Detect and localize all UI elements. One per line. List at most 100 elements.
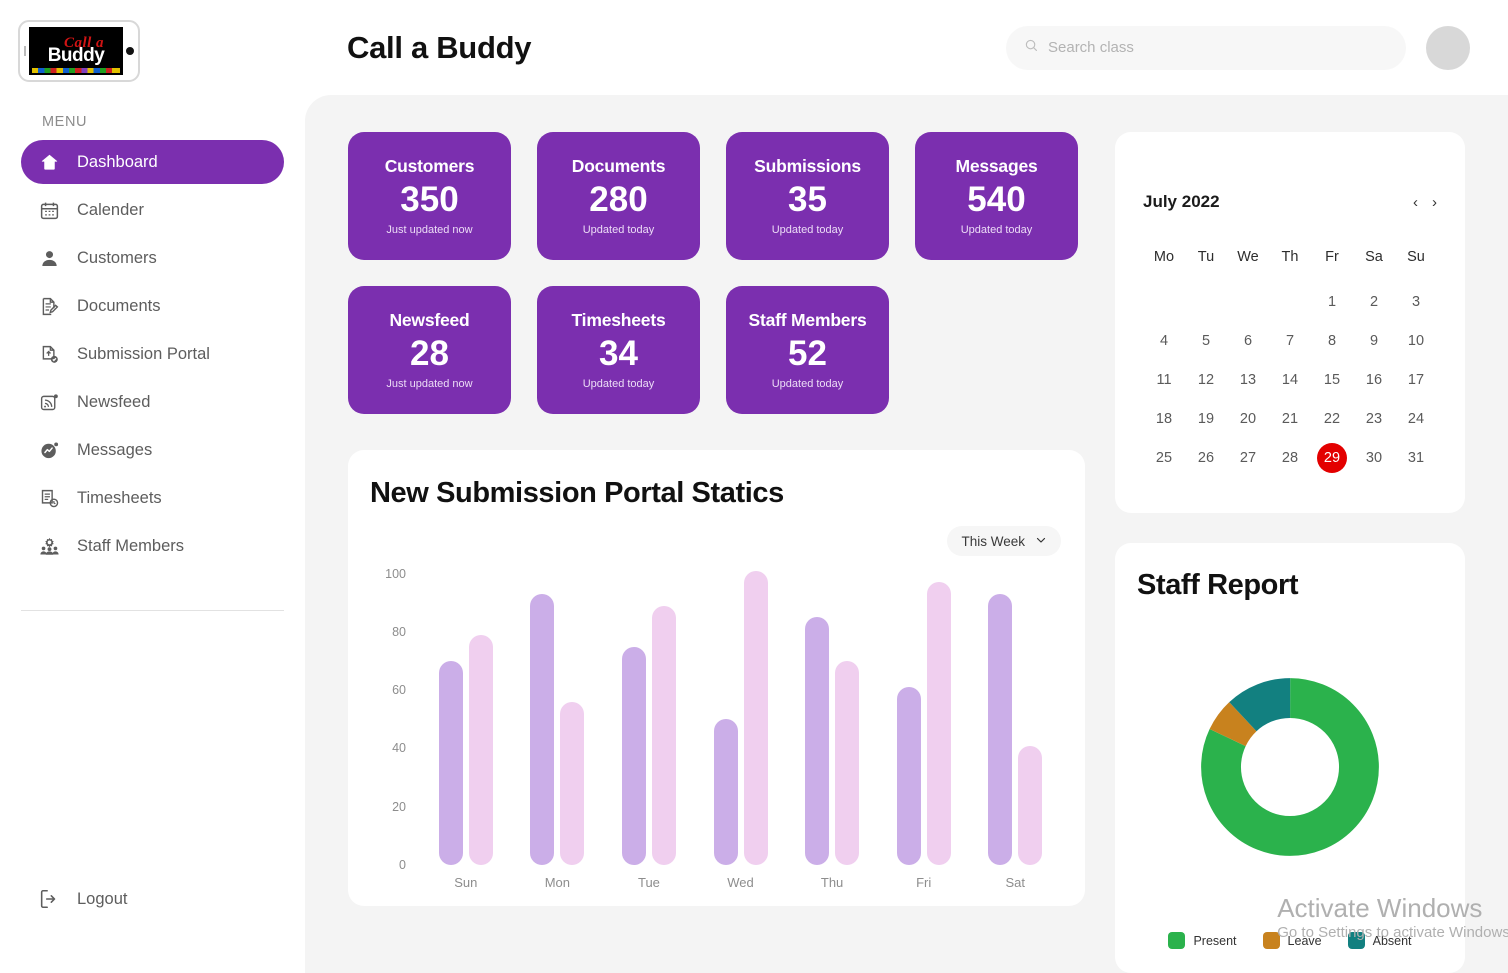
calendar-day[interactable]: 24 [1395,404,1437,434]
calendar-day[interactable]: 28 [1269,443,1311,473]
calendar-day[interactable]: 2 [1353,287,1395,317]
calendar-weekday: Tu [1197,249,1215,265]
calendar-day[interactable]: 27 [1227,443,1269,473]
calendar-day[interactable]: 23 [1353,404,1395,434]
bar[interactable] [835,661,860,865]
calendar-day[interactable]: 7 [1269,326,1311,356]
logout-label: Logout [77,889,128,908]
bars-area [406,562,1061,865]
calendar-empty-cell [1185,287,1227,317]
bar[interactable] [926,582,951,865]
sidebar-item-label: Calender [77,200,144,219]
stat-card-staff-members[interactable]: Staff Members 52 Updated today [726,286,889,414]
stat-card-documents[interactable]: Documents 280 Updated today [537,132,700,260]
calendar-day[interactable]: 9 [1353,326,1395,356]
calendar-day[interactable]: 21 [1269,404,1311,434]
calendar-day[interactable]: 22 [1311,404,1353,434]
calendar-empty-cell [1227,287,1269,317]
stat-card-submissions[interactable]: Submissions 35 Updated today [726,132,889,260]
calendar-day-today[interactable]: 29 [1317,443,1347,473]
bar[interactable] [651,605,676,865]
range-select-label: This Week [961,533,1025,549]
search-box[interactable] [1006,25,1406,70]
calendar-day[interactable]: 30 [1353,443,1395,473]
stat-value: 35 [788,179,827,219]
bar[interactable] [805,617,830,865]
calendar-icon [38,199,60,221]
sidebar-item-timesheets[interactable]: Timesheets [21,476,284,520]
stat-label: Timesheets [571,309,666,330]
sidebar-item-staff-members[interactable]: Staff Members [21,524,284,568]
logo-screen: Call a Buddy [29,27,123,75]
calendar-day[interactable]: 12 [1185,365,1227,395]
sidebar-item-label: Submission Portal [77,344,210,363]
search-input[interactable] [1048,39,1388,56]
calendar-weekday: Th [1281,249,1299,265]
calendar-month-title: July 2022 [1143,192,1220,211]
sidebar-item-calender[interactable]: Calender [21,188,284,232]
stat-card-newsfeed[interactable]: Newsfeed 28 Just updated now [348,286,511,414]
bar[interactable] [468,634,493,865]
calendar-day[interactable]: 6 [1227,326,1269,356]
calendar-day[interactable]: 5 [1185,326,1227,356]
staff-report-title: Staff Report [1137,569,1299,601]
avatar[interactable] [1426,25,1470,70]
bar[interactable] [530,594,555,865]
donut-segment[interactable] [1201,678,1379,856]
calendar-day[interactable]: 4 [1143,326,1185,356]
bar[interactable] [713,719,738,865]
calendar-day[interactable]: 19 [1185,404,1227,434]
legend-label: Absent [1372,933,1412,948]
chevron-left-icon[interactable]: ‹ [1413,195,1418,210]
range-select[interactable]: This Week [947,526,1061,556]
calendar-day[interactable]: 25 [1143,443,1185,473]
sidebar-item-customers[interactable]: Customers [21,236,284,280]
sidebar-item-documents[interactable]: Documents [21,284,284,328]
calendar-day[interactable]: 18 [1143,404,1185,434]
stat-card-messages[interactable]: Messages 540 Updated today [915,132,1078,260]
legend-item[interactable]: Absent [1347,932,1412,949]
chat-chart-icon [38,439,60,461]
bar[interactable] [438,661,463,865]
bar[interactable] [743,570,768,865]
calendar-header: July 2022 ‹ › [1143,192,1437,212]
calendar-day[interactable]: 31 [1395,443,1437,473]
calendar-day[interactable]: 14 [1269,365,1311,395]
sidebar-item-label: Dashboard [77,152,158,171]
bar[interactable] [896,687,921,865]
logout-button[interactable]: Logout [38,888,127,910]
calendar-day[interactable]: 11 [1143,365,1185,395]
sidebar-item-newsfeed[interactable]: Newsfeed [21,380,284,424]
sidebar-item-label: Documents [77,296,161,315]
calendar-day[interactable]: 15 [1311,365,1353,395]
legend-item[interactable]: Present [1168,932,1237,949]
search-icon [1024,38,1039,58]
calendar-day[interactable]: 8 [1311,326,1353,356]
calendar-day[interactable]: 3 [1395,287,1437,317]
legend-item[interactable]: Leave [1262,932,1322,949]
bar[interactable] [1018,745,1043,865]
calendar-day[interactable]: 13 [1227,365,1269,395]
calendar-day[interactable]: 26 [1185,443,1227,473]
sidebar-item-submission-portal[interactable]: Submission Portal [21,332,284,376]
bar[interactable] [621,646,646,865]
stat-card-timesheets[interactable]: Timesheets 34 Updated today [537,286,700,414]
bar[interactable] [988,594,1013,865]
calendar-day[interactable]: 16 [1353,365,1395,395]
page-title: Call a Buddy [347,29,532,65]
staff-report-card: Staff Report Present Leave Absent [1115,543,1465,973]
logo-color-strip [32,68,120,73]
sidebar-nav: Dashboard Calender Customers Documents S… [0,140,305,572]
calendar-day[interactable]: 20 [1227,404,1269,434]
calendar-day[interactable]: 10 [1395,326,1437,356]
chevron-right-icon[interactable]: › [1432,195,1437,210]
calendar-day[interactable]: 17 [1395,365,1437,395]
bar[interactable] [560,701,585,865]
y-axis: 0 20 40 60 80 100 [370,562,406,872]
app-logo[interactable]: Call a Buddy [18,20,140,82]
sidebar-item-messages[interactable]: Messages [21,428,284,472]
stat-card-customers[interactable]: Customers 350 Just updated now [348,132,511,260]
sidebar-item-dashboard[interactable]: Dashboard [21,140,284,184]
x-tick-label: Mon [544,875,571,890]
calendar-day[interactable]: 1 [1311,287,1353,317]
